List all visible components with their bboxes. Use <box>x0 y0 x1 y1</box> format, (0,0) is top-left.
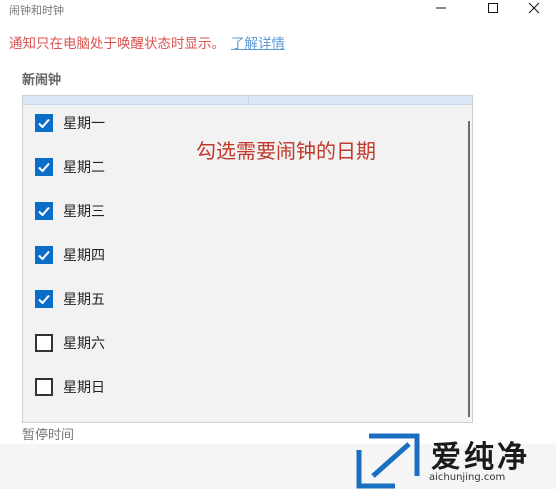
day-label: 星期四 <box>63 248 105 264</box>
dropdown-header <box>23 96 472 105</box>
check-icon <box>38 294 50 305</box>
watermark-logo <box>356 433 420 489</box>
watermark-url: aichunjing.com <box>429 472 506 483</box>
day-label: 星期二 <box>63 160 105 176</box>
day-checkbox[interactable] <box>35 334 53 352</box>
day-option[interactable]: 星期日 <box>35 375 105 399</box>
day-checkbox[interactable] <box>35 246 53 264</box>
day-option[interactable]: 星期五 <box>35 287 105 311</box>
annotation-text: 勾选需要闹钟的日期 <box>196 139 376 163</box>
day-checkbox[interactable] <box>35 158 53 176</box>
day-label: 星期三 <box>63 204 105 220</box>
day-checkbox[interactable] <box>35 202 53 220</box>
day-option[interactable]: 星期六 <box>35 331 105 355</box>
learn-more-link[interactable]: 了解详情 <box>231 36 285 52</box>
day-label: 星期日 <box>63 380 105 396</box>
title-bar: 闹钟和时钟 <box>0 0 556 20</box>
app-title: 闹钟和时钟 <box>9 4 64 17</box>
notice-text: 通知只在电脑处于唤醒状态时显示。 了解详情 <box>9 32 285 52</box>
day-label: 星期一 <box>63 116 105 132</box>
check-icon <box>38 206 50 217</box>
day-option[interactable]: 星期二 <box>35 155 105 179</box>
minimize-icon <box>436 7 446 9</box>
day-checkbox[interactable] <box>35 114 53 132</box>
day-label: 星期五 <box>63 292 105 308</box>
maximize-icon <box>488 3 498 13</box>
day-option[interactable]: 星期四 <box>35 243 105 267</box>
notice-message: 通知只在电脑处于唤醒状态时显示。 <box>9 36 225 52</box>
check-icon <box>38 162 50 173</box>
day-label: 星期六 <box>63 336 105 352</box>
day-option[interactable]: 星期一 <box>35 111 105 135</box>
day-checkbox[interactable] <box>35 378 53 396</box>
check-icon <box>38 118 50 129</box>
check-icon <box>38 250 50 261</box>
minimize-button[interactable] <box>419 0 463 16</box>
pause-time-label: 暂停时间 <box>22 428 75 443</box>
watermark-text: 爱纯净 <box>431 440 530 475</box>
maximize-button[interactable] <box>471 0 515 16</box>
watermark: 爱纯净 aichunjing.com <box>355 432 556 489</box>
day-option[interactable]: 星期三 <box>35 199 105 223</box>
day-checkbox[interactable] <box>35 290 53 308</box>
scrollbar[interactable] <box>468 121 470 417</box>
new-alarm-label: 新闹钟 <box>22 73 62 88</box>
close-icon <box>528 2 540 14</box>
close-button[interactable] <box>512 0 556 16</box>
